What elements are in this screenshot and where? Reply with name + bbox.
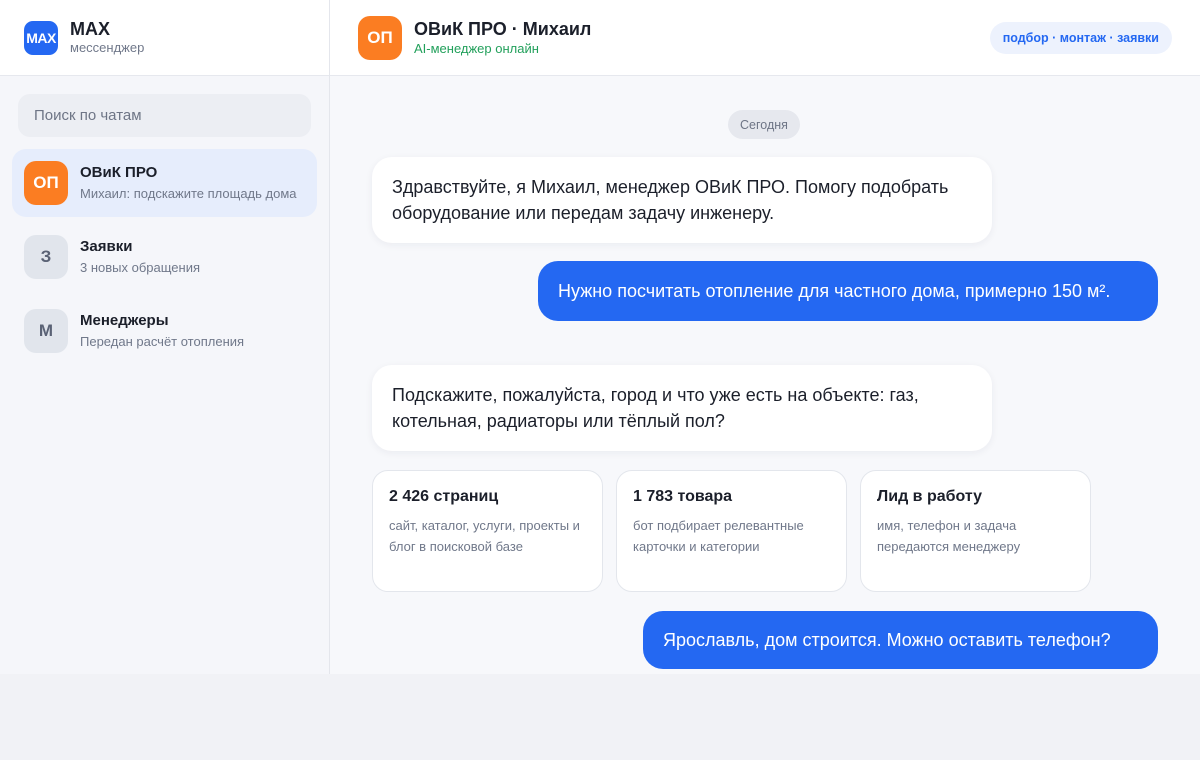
- card-title: 2 426 страниц: [389, 488, 499, 505]
- info-card-lead: Лид в работу имя, телефон и задача перед…: [860, 470, 1091, 592]
- chat-avatar[interactable]: ОП: [358, 15, 402, 60]
- chat-header: ОП ОВиК ПРО · Михаил AI-менеджер онлайн …: [330, 0, 1200, 76]
- message-incoming: Здравствуйте, я Михаил, менеджер ОВиК ПР…: [372, 157, 992, 243]
- message-outgoing: Нужно посчитать отопление для частного д…: [538, 261, 1158, 321]
- online-status: AI-менеджер онлайн: [414, 40, 539, 56]
- chat-preview: 3 новых обращения: [80, 260, 201, 275]
- chat-item-requests[interactable]: З Заявки 3 новых обращения: [12, 223, 317, 291]
- chat-preview: Передан расчёт отопления: [80, 334, 245, 349]
- chat-item-managers[interactable]: М Менеджеры Передан расчёт отопления: [12, 297, 317, 365]
- card-title: Лид в работу: [877, 488, 983, 505]
- date-separator: Сегодня: [728, 110, 800, 139]
- app-name: MAX: [70, 18, 110, 39]
- brand: MAX мессенджер: [70, 19, 144, 57]
- chat-window: ОП ОВиК ПРО · Михаил AI-менеджер онлайн …: [330, 0, 1200, 674]
- chat-title: Менеджеры: [80, 312, 169, 329]
- chat-list: ОП ОВиК ПРО Михаил: подскажите площадь д…: [12, 149, 317, 371]
- search-input[interactable]: [18, 94, 311, 137]
- app-logo: MAX: [24, 20, 58, 55]
- app-subtitle: мессенджер: [70, 39, 145, 55]
- info-card-pages: 2 426 страниц сайт, каталог, услуги, про…: [372, 470, 603, 592]
- info-cards: 2 426 страниц сайт, каталог, услуги, про…: [372, 470, 1091, 592]
- sidebar-header: MAX MAX мессенджер: [0, 0, 329, 76]
- chat-text: Менеджеры Передан расчёт отопления: [80, 311, 244, 351]
- chat-title: Заявки: [80, 238, 133, 255]
- services-badge: подбор · монтаж · заявки: [989, 22, 1172, 54]
- info-card-products: 1 783 товара бот подбирает релевантные к…: [616, 470, 847, 592]
- card-description: сайт, каталог, услуги, проекты и блог в …: [389, 518, 580, 554]
- avatar: ОП: [24, 161, 68, 205]
- chat-text: Заявки 3 новых обращения: [80, 237, 200, 277]
- sidebar: MAX MAX мессенджер ОП ОВиК ПРО Михаил: п…: [0, 0, 330, 674]
- chat-title: ОВиК ПРО · Михаил: [414, 18, 592, 39]
- avatar: М: [24, 309, 68, 353]
- message-outgoing: Ярославль, дом строится. Можно оставить …: [643, 611, 1158, 669]
- avatar: З: [24, 235, 68, 279]
- chat-item-ovik-pro[interactable]: ОП ОВиК ПРО Михаил: подскажите площадь д…: [12, 149, 317, 217]
- card-description: бот подбирает релевантные карточки и кат…: [633, 518, 804, 554]
- card-description: имя, телефон и задача передаются менедже…: [877, 518, 1021, 554]
- chat-header-text: ОВиК ПРО · Михаил AI-менеджер онлайн: [414, 18, 591, 58]
- messenger-app: MAX MAX мессенджер ОП ОВиК ПРО Михаил: п…: [0, 0, 1200, 674]
- card-title: 1 783 товара: [633, 488, 733, 505]
- chat-preview: Михаил: подскажите площадь дома: [80, 186, 297, 201]
- chat-text: ОВиК ПРО Михаил: подскажите площадь дома: [80, 163, 297, 203]
- chat-title: ОВиК ПРО: [80, 164, 158, 181]
- message-incoming: Подскажите, пожалуйста, город и что уже …: [372, 365, 992, 451]
